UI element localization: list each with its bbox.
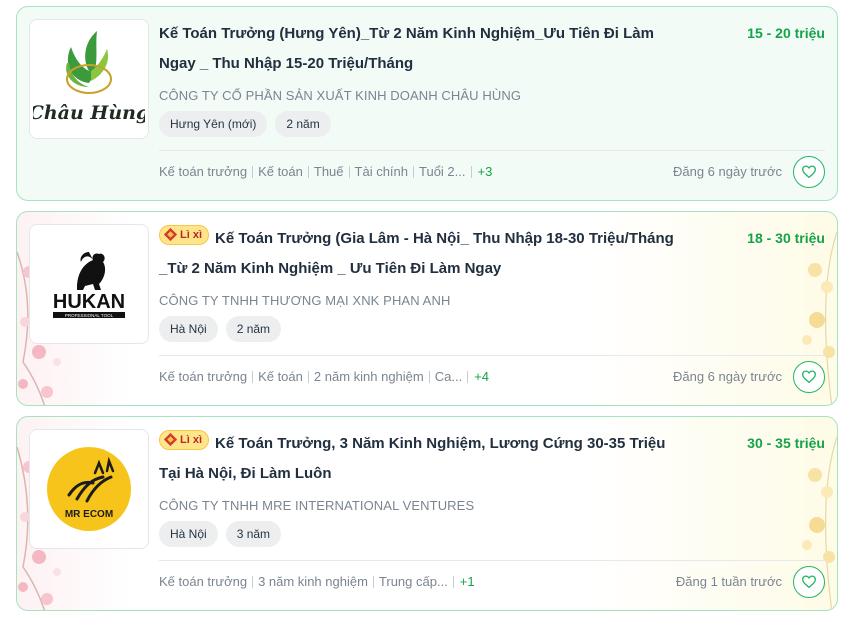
li-xi-badge: Lì xì (159, 224, 210, 245)
skill-tag[interactable]: Tuổi 2... (419, 164, 465, 179)
logo-text: HUKAN (53, 291, 125, 313)
separator (372, 575, 374, 588)
job-title-text[interactable]: Kế Toán Trưởng (Gia Lâm - Hà Nội_ Thu Nh… (159, 230, 674, 277)
tag-list: Hưng Yên (mới) 2 năm (159, 111, 331, 137)
company-name[interactable]: CÔNG TY CỔ PHẦN SẢN XUẤT KINH DOANH CHÂU… (159, 88, 521, 103)
li-xi-badge: Lì xì (159, 429, 210, 450)
skill-tag[interactable]: Trung cấp... (379, 574, 448, 589)
heart-icon (802, 370, 816, 383)
experience-tag: 3 năm (225, 521, 282, 547)
skill-list: Kế toán trưởng Kế toán Thuế Tài chính Tu… (159, 164, 492, 179)
separator (307, 370, 309, 383)
location-tag: Hưng Yên (mới) (159, 111, 268, 137)
separator (452, 575, 454, 588)
save-job-button[interactable] (793, 361, 825, 393)
skill-tag[interactable]: Thuế (314, 164, 344, 179)
tag-list: Hà Nội 2 năm (159, 316, 282, 342)
separator (413, 165, 415, 178)
separator (348, 165, 350, 178)
skill-tag[interactable]: 2 năm kinh nghiệm (314, 369, 424, 384)
posted-time: Đăng 6 ngày trước (672, 369, 782, 384)
salary: 30 - 35 triệu (747, 435, 825, 451)
company-name[interactable]: CÔNG TY TNHH THƯƠNG MẠI XNK PHAN ANH (159, 293, 450, 308)
salary: 18 - 30 triệu (747, 230, 825, 246)
badge-label: Lì xì (180, 228, 203, 241)
job-card[interactable]: MR ECOM Lì xì Kế Toán Trưởng, 3 Năm Kinh… (16, 416, 838, 611)
skill-tag[interactable]: Ca... (435, 369, 462, 384)
location-tag: Hà Nội (159, 521, 218, 547)
salary: 15 - 20 triệu (747, 25, 825, 41)
skill-list: Kế toán trưởng 3 năm kinh nghiệm Trung c… (159, 574, 475, 589)
more-skills-count[interactable]: +4 (474, 369, 489, 384)
logo-text: Châu Hùng (33, 102, 145, 124)
separator (470, 165, 472, 178)
hukan-logo: HUKAN PROFESSIONAL TOOL (53, 252, 125, 318)
company-logo[interactable]: MR ECOM (29, 429, 149, 549)
badge-label: Lì xì (180, 433, 203, 446)
divider (159, 355, 825, 356)
logo-text: MR ECOM (65, 509, 113, 520)
job-title[interactable]: Kế Toán Trưởng (Hưng Yên)_Từ 2 Năm Kinh … (159, 19, 689, 79)
separator (252, 370, 254, 383)
separator (252, 575, 254, 588)
more-skills-count[interactable]: +3 (478, 164, 493, 179)
logo-subtext: PROFESSIONAL TOOL (65, 313, 114, 318)
separator (252, 165, 254, 178)
skill-tag[interactable]: Kế toán trưởng (159, 574, 247, 589)
company-name[interactable]: CÔNG TY TNHH MRE INTERNATIONAL VENTURES (159, 498, 474, 513)
separator (467, 370, 469, 383)
divider (159, 150, 825, 151)
job-title-text[interactable]: Kế Toán Trưởng, 3 Năm Kinh Nghiệm, Lương… (159, 435, 665, 482)
job-title[interactable]: Lì xì Kế Toán Trưởng, 3 Năm Kinh Nghiệm,… (159, 429, 689, 489)
separator (307, 165, 309, 178)
job-card[interactable]: Châu Hùng Kế Toán Trưởng (Hưng Yên)_Từ 2… (16, 6, 838, 201)
company-logo[interactable]: Châu Hùng (29, 19, 149, 139)
location-tag: Hà Nội (159, 316, 218, 342)
chau-hung-logo: Châu Hùng (33, 31, 145, 124)
divider (159, 560, 825, 561)
heart-icon (802, 165, 816, 178)
skill-tag[interactable]: Tài chính (355, 164, 408, 179)
skill-tag[interactable]: Kế toán (258, 369, 303, 384)
gift-icon (164, 433, 177, 446)
experience-tag: 2 năm (225, 316, 282, 342)
heart-icon (802, 575, 816, 588)
save-job-button[interactable] (793, 566, 825, 598)
tag-list: Hà Nội 3 năm (159, 521, 282, 547)
posted-time: Đăng 6 ngày trước (672, 164, 782, 179)
skill-tag[interactable]: Kế toán (258, 164, 303, 179)
separator (428, 370, 430, 383)
skill-tag[interactable]: Kế toán trưởng (159, 164, 247, 179)
experience-tag: 2 năm (275, 111, 331, 137)
company-logo[interactable]: HUKAN PROFESSIONAL TOOL (29, 224, 149, 344)
skill-list: Kế toán trưởng Kế toán 2 năm kinh nghiệm… (159, 369, 489, 384)
more-skills-count[interactable]: +1 (460, 574, 475, 589)
posted-time: Đăng 1 tuần trước (675, 574, 782, 589)
job-title[interactable]: Lì xì Kế Toán Trưởng (Gia Lâm - Hà Nội_ … (159, 224, 689, 284)
skill-tag[interactable]: Kế toán trưởng (159, 369, 247, 384)
job-card[interactable]: HUKAN PROFESSIONAL TOOL Lì xì Kế Toán Tr… (16, 211, 838, 406)
gift-icon (164, 228, 177, 241)
mr-ecom-logo: MR ECOM (47, 447, 131, 531)
save-job-button[interactable] (793, 156, 825, 188)
skill-tag[interactable]: 3 năm kinh nghiệm (258, 574, 368, 589)
